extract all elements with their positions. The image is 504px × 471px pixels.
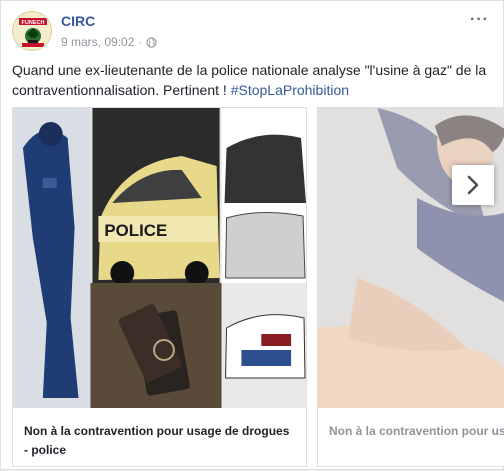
card-image[interactable]: POLICE (13, 108, 306, 408)
carousel-card[interactable]: Non à la contravention pour usage de dro… (317, 107, 504, 467)
circ-logo-icon: FUNECH (13, 12, 51, 50)
more-options-icon[interactable]: ··· (470, 11, 489, 29)
post-timestamp[interactable]: 9 mars, 09:02 (61, 35, 134, 49)
chevron-right-icon (467, 175, 479, 195)
link-carousel: POLICE Non à la contravention pour usage… (12, 107, 504, 471)
post-author[interactable]: CIRC (61, 13, 95, 29)
avatar-logo-text: FUNECH (22, 20, 45, 26)
post-meta: 9 mars, 09:02 · (61, 35, 158, 49)
avatar[interactable]: FUNECH (12, 11, 52, 51)
svg-text:POLICE: POLICE (104, 221, 167, 240)
meta-separator: · (138, 35, 143, 49)
hashtag-link[interactable]: #StopLaProhibition (231, 82, 349, 98)
card-fade-overlay (318, 108, 504, 466)
carousel-card[interactable]: POLICE Non à la contravention pour usage… (12, 107, 307, 467)
post-text: Quand une ex-lieutenante de la police na… (12, 60, 496, 100)
globe-icon[interactable] (146, 36, 158, 48)
facebook-post: FUNECH CIRC 9 mars, 09:02 · ··· Quand un… (0, 0, 504, 470)
card-caption[interactable]: Non à la contravention pour usage de dro… (329, 422, 504, 441)
carousel-next-button[interactable] (452, 165, 494, 205)
card-caption[interactable]: Non à la contravention pour usage de dro… (24, 422, 296, 460)
